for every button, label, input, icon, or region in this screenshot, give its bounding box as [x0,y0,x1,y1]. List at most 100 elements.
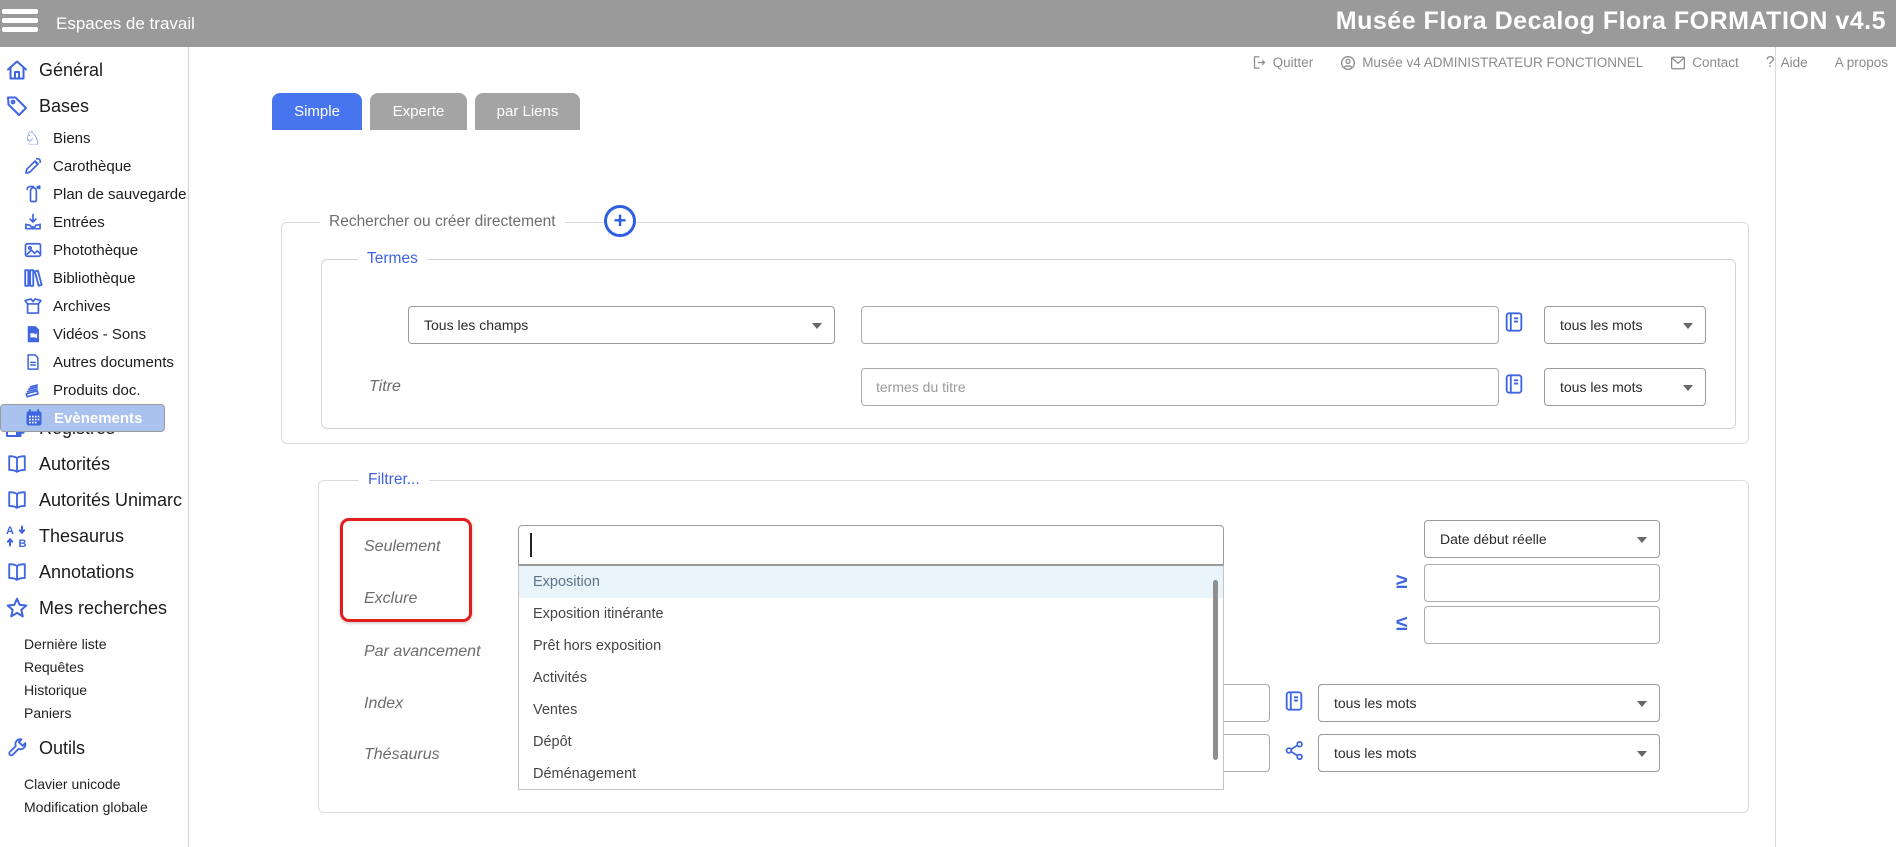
sidebar-item-autorites[interactable]: Autorités [0,446,188,482]
wrench-icon [5,737,29,759]
sidebar-item-general[interactable]: Général [0,52,188,88]
sidebar-item-label: Entrées [53,214,105,231]
sidebar-item-clavier-unicode[interactable]: Clavier unicode [0,772,188,795]
sidebar-item-label: Requêtes [24,659,84,675]
search-create-legend: Rechercher ou créer directement [320,213,565,231]
star-icon [5,596,29,620]
sidebar-item-bibliotheque[interactable]: Bibliothèque [0,264,188,292]
document-icon [23,352,43,372]
date-min-input[interactable] [1424,564,1660,602]
titre-input[interactable]: termes du titre [861,368,1499,406]
content-right-divider [1775,47,1776,847]
sidebar-item-evenements[interactable]: Evènements [0,404,165,432]
termes-section: Termes Tous les champs tous les mots Tit… [321,259,1736,429]
photo-icon [23,240,43,260]
date-field-select[interactable]: Date début réelle [1424,520,1660,558]
sidebar-item-label: Bases [39,96,89,117]
help-button[interactable]: ? Aide [1766,54,1808,72]
hamburger-menu-icon[interactable] [2,9,40,38]
tab-experte[interactable]: Experte [370,93,467,130]
dropdown-option[interactable]: Activités [519,662,1223,694]
dropdown-option[interactable]: Exposition itinérante [519,598,1223,630]
event-type-combobox-input[interactable] [518,525,1224,565]
sidebar-item-label: Autres documents [53,354,174,371]
sidebar-item-label: Photothèque [53,242,138,259]
svg-text:♘: ♘ [24,127,41,150]
sidebar-item-modification-globale[interactable]: Modification globale [0,795,188,818]
sidebar-item-label: Thesaurus [39,526,124,547]
chevron-down-icon [1637,537,1647,543]
workspace-label: Espaces de travail [56,0,195,47]
about-button[interactable]: A propos [1835,55,1888,70]
dictionary-book-icon[interactable] [1283,689,1305,718]
top-bar: Espaces de travail Musée Flora Decalog F… [0,0,1896,47]
sidebar-item-autres-documents[interactable]: Autres documents [0,348,188,376]
sidebar-item-label: Vidéos - Sons [53,326,146,343]
sidebar-item-requetes[interactable]: Requêtes [0,655,188,678]
dictionary-book-icon[interactable] [1503,372,1525,401]
quit-button[interactable]: Quitter [1252,55,1314,70]
sidebar-item-paniers[interactable]: Paniers [0,701,188,724]
envelope-icon [1670,56,1686,70]
sidebar-item-derniere-liste[interactable]: Dernière liste [0,632,188,655]
termes-legend: Termes [358,250,427,268]
sidebar-item-entrees[interactable]: Entrées [0,208,188,236]
sidebar-item-annotations[interactable]: Annotations [0,554,188,590]
chevron-down-icon [1683,323,1693,329]
sidebar-item-plan-de-sauvegarde[interactable]: Plan de sauvegarde [0,180,188,208]
date-max-input[interactable] [1424,606,1660,644]
chevron-down-icon [1683,385,1693,391]
dropdown-scrollbar[interactable] [1213,580,1218,760]
chess-knight-icon: ♘ [23,127,43,149]
sidebar-item-biens[interactable]: ♘ Biens [0,124,188,152]
sidebar-item-label: Historique [24,682,87,698]
sidebar-item-videos-sons[interactable]: Vidéos - Sons [0,320,188,348]
core-drill-icon [23,156,43,176]
terms-words-mode-select[interactable]: tous les mots [1544,306,1706,344]
dropdown-option[interactable]: Ventes [519,694,1223,726]
sidebar-item-label: Annotations [39,562,134,583]
sidebar-item-label: Mes recherches [39,598,167,619]
dictionary-book-icon[interactable] [1503,310,1525,339]
field-scope-select[interactable]: Tous les champs [408,306,835,344]
index-label: Index [364,695,403,713]
thesaurus-words-mode-select[interactable]: tous les mots [1318,734,1660,772]
sidebar-item-label: Outils [39,738,85,759]
create-plus-button[interactable]: + [604,205,636,237]
share-nodes-icon[interactable] [1284,740,1305,766]
sidebar-item-archives[interactable]: Archives [0,292,188,320]
sidebar-item-carotheque[interactable]: Carothèque [0,152,188,180]
sidebar-item-historique[interactable]: Historique [0,678,188,701]
sidebar-item-produits-doc[interactable]: Produits doc. [0,376,188,404]
dropdown-option[interactable]: Déménagement [519,758,1223,790]
sidebar-item-phototheque[interactable]: Photothèque [0,236,188,264]
dropdown-option[interactable]: Exposition [519,566,1223,598]
sidebar-nav: Général Bases ♘ Biens Carothèque Plan de sauv… [0,52,188,818]
sidebar-item-mes-recherches[interactable]: Mes recherches [0,590,188,626]
sidebar-item-label: Plan de sauvegarde [53,186,186,203]
fire-extinguisher-icon [23,183,43,205]
sidebar-item-label: Bibliothèque [53,270,136,287]
sidebar-item-label: Biens [53,130,91,147]
app-title: Musée Flora Decalog Flora FORMATION v4.5 [1336,7,1886,36]
dropdown-option[interactable]: Dépôt [519,726,1223,758]
user-menu[interactable]: Musée v4 ADMINISTRATEUR FONCTIONNEL [1340,55,1643,71]
sidebar-item-outils[interactable]: Outils [0,730,188,766]
sidebar-item-bases[interactable]: Bases [0,88,188,124]
sidebar-item-autorites-unimarc[interactable]: Autorités Unimarc [0,482,188,518]
sidebar-item-thesaurus[interactable]: ABThesaurus [0,518,188,554]
titre-words-mode-select[interactable]: tous les mots [1544,368,1706,406]
sidebar-item-label: Produits doc. [53,382,141,399]
home-icon [5,58,29,82]
dropdown-option[interactable]: Prêt hors exposition [519,630,1223,662]
video-file-icon [23,324,43,344]
contact-button[interactable]: Contact [1670,55,1739,70]
index-words-mode-select[interactable]: tous les mots [1318,684,1660,722]
open-book-icon [5,453,29,475]
sidebar-item-label: Clavier unicode [24,776,121,792]
filter-legend: Filtrer... [359,471,429,489]
tab-par-liens[interactable]: par Liens [475,93,580,130]
tab-simple[interactable]: Simple [272,93,362,130]
sidebar-item-label: Dernière liste [24,636,106,652]
terms-search-input[interactable] [861,306,1499,344]
